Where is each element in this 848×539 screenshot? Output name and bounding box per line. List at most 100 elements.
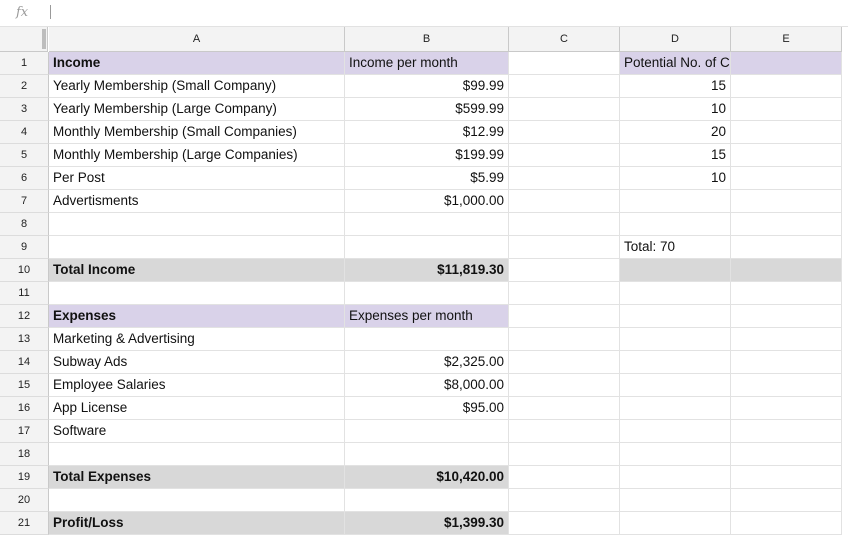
cell-b11[interactable] <box>345 282 509 305</box>
cell-a2[interactable]: Yearly Membership (Small Company) <box>49 75 345 98</box>
row-header[interactable]: 4 <box>0 121 49 144</box>
cell-d10[interactable] <box>620 259 731 282</box>
cell-b2[interactable]: $99.99 <box>345 75 509 98</box>
cell-e1[interactable] <box>731 52 842 75</box>
row-header[interactable]: 3 <box>0 98 49 121</box>
cell-d3[interactable]: 10 <box>620 98 731 121</box>
cell-c5[interactable] <box>509 144 620 167</box>
cell-e10[interactable] <box>731 259 842 282</box>
cell-c13[interactable] <box>509 328 620 351</box>
cell-b1[interactable]: Income per month <box>345 52 509 75</box>
row-header[interactable]: 9 <box>0 236 49 259</box>
column-header-a[interactable]: A <box>49 27 345 52</box>
row-header[interactable]: 17 <box>0 420 49 443</box>
cell-d7[interactable] <box>620 190 731 213</box>
row-header[interactable]: 10 <box>0 259 49 282</box>
cell-b15[interactable]: $8,000.00 <box>345 374 509 397</box>
cell-e14[interactable] <box>731 351 842 374</box>
cell-e4[interactable] <box>731 121 842 144</box>
cell-a7[interactable]: Advertisments <box>49 190 345 213</box>
cell-b21[interactable]: $1,399.30 <box>345 512 509 535</box>
cell-e7[interactable] <box>731 190 842 213</box>
row-header[interactable]: 19 <box>0 466 49 489</box>
cell-b16[interactable]: $95.00 <box>345 397 509 420</box>
row-header[interactable]: 6 <box>0 167 49 190</box>
cell-c6[interactable] <box>509 167 620 190</box>
cell-d13[interactable] <box>620 328 731 351</box>
cell-b12[interactable]: Expenses per month <box>345 305 509 328</box>
cell-a3[interactable]: Yearly Membership (Large Company) <box>49 98 345 121</box>
cell-a21[interactable]: Profit/Loss <box>49 512 345 535</box>
cell-c9[interactable] <box>509 236 620 259</box>
column-header-c[interactable]: C <box>509 27 620 52</box>
cell-a1[interactable]: Income <box>49 52 345 75</box>
cell-e11[interactable] <box>731 282 842 305</box>
cell-d11[interactable] <box>620 282 731 305</box>
row-header[interactable]: 21 <box>0 512 49 535</box>
cell-c15[interactable] <box>509 374 620 397</box>
cell-a17[interactable]: Software <box>49 420 345 443</box>
row-header[interactable]: 18 <box>0 443 49 466</box>
cell-a13[interactable]: Marketing & Advertising <box>49 328 345 351</box>
cell-d14[interactable] <box>620 351 731 374</box>
cell-d6[interactable]: 10 <box>620 167 731 190</box>
cell-b9[interactable] <box>345 236 509 259</box>
row-header[interactable]: 8 <box>0 213 49 236</box>
cell-c18[interactable] <box>509 443 620 466</box>
cell-a5[interactable]: Monthly Membership (Large Companies) <box>49 144 345 167</box>
cell-c17[interactable] <box>509 420 620 443</box>
cell-d16[interactable] <box>620 397 731 420</box>
cell-e3[interactable] <box>731 98 842 121</box>
cell-d12[interactable] <box>620 305 731 328</box>
cell-a8[interactable] <box>49 213 345 236</box>
cell-b13[interactable] <box>345 328 509 351</box>
cell-d18[interactable] <box>620 443 731 466</box>
row-header[interactable]: 14 <box>0 351 49 374</box>
cell-e20[interactable] <box>731 489 842 512</box>
row-header[interactable]: 15 <box>0 374 49 397</box>
cell-c7[interactable] <box>509 190 620 213</box>
cell-b4[interactable]: $12.99 <box>345 121 509 144</box>
cell-c12[interactable] <box>509 305 620 328</box>
cell-e5[interactable] <box>731 144 842 167</box>
cell-d15[interactable] <box>620 374 731 397</box>
cell-b6[interactable]: $5.99 <box>345 167 509 190</box>
cell-d8[interactable] <box>620 213 731 236</box>
cell-a11[interactable] <box>49 282 345 305</box>
cell-e6[interactable] <box>731 167 842 190</box>
cell-e15[interactable] <box>731 374 842 397</box>
row-header[interactable]: 20 <box>0 489 49 512</box>
column-header-b[interactable]: B <box>345 27 509 52</box>
column-header-e[interactable]: E <box>731 27 842 52</box>
cell-a20[interactable] <box>49 489 345 512</box>
cell-b14[interactable]: $2,325.00 <box>345 351 509 374</box>
cell-e17[interactable] <box>731 420 842 443</box>
cell-c20[interactable] <box>509 489 620 512</box>
cell-d9[interactable]: Total: 70 <box>620 236 731 259</box>
cell-d5[interactable]: 15 <box>620 144 731 167</box>
row-header[interactable]: 11 <box>0 282 49 305</box>
cell-c4[interactable] <box>509 121 620 144</box>
column-header-d[interactable]: D <box>620 27 731 52</box>
cell-c3[interactable] <box>509 98 620 121</box>
cell-b19[interactable]: $10,420.00 <box>345 466 509 489</box>
cell-c16[interactable] <box>509 397 620 420</box>
cell-b5[interactable]: $199.99 <box>345 144 509 167</box>
cell-d17[interactable] <box>620 420 731 443</box>
cell-a9[interactable] <box>49 236 345 259</box>
cell-a6[interactable]: Per Post <box>49 167 345 190</box>
cell-b7[interactable]: $1,000.00 <box>345 190 509 213</box>
formula-input[interactable] <box>56 2 836 24</box>
cell-d19[interactable] <box>620 466 731 489</box>
row-header[interactable]: 13 <box>0 328 49 351</box>
cell-e12[interactable] <box>731 305 842 328</box>
cell-d21[interactable] <box>620 512 731 535</box>
cell-d1[interactable]: Potential No. of Customers <box>620 52 731 75</box>
cell-a19[interactable]: Total Expenses <box>49 466 345 489</box>
cell-e13[interactable] <box>731 328 842 351</box>
cell-a12[interactable]: Expenses <box>49 305 345 328</box>
cell-e16[interactable] <box>731 397 842 420</box>
cell-e18[interactable] <box>731 443 842 466</box>
row-header[interactable]: 16 <box>0 397 49 420</box>
cell-a14[interactable]: Subway Ads <box>49 351 345 374</box>
